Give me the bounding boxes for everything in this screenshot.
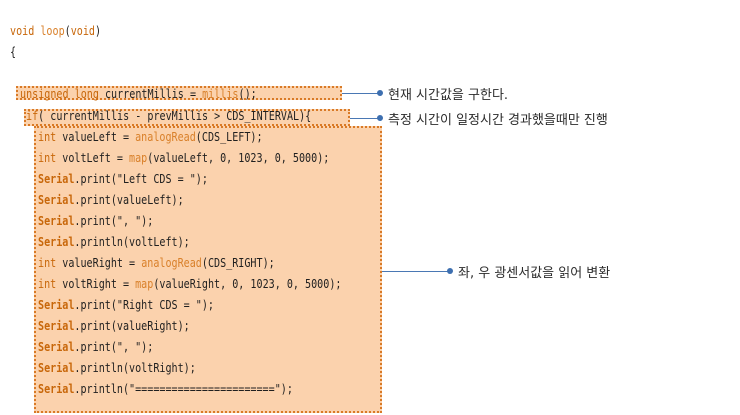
callout-read-sensors: 좌, 우 광센서값을 읽어 변환	[458, 266, 611, 281]
code-line: Serial.print(valueLeft);	[38, 193, 184, 207]
code-line: Serial.println(voltRight);	[38, 361, 196, 375]
code-line-if-interval: if( currentMillis - prevMillis > CDS_INT…	[26, 106, 311, 127]
code-line: Serial.print(", ");	[38, 340, 154, 354]
code-line: Serial.println("======================="…	[38, 382, 293, 396]
code-line: int valueRight = analogRead(CDS_RIGHT);	[38, 256, 275, 270]
callout-line-interval-check	[350, 118, 378, 119]
callout-line-read-sensors	[382, 271, 448, 272]
callout-dot-current-time	[377, 90, 383, 96]
code-line: {	[10, 45, 17, 59]
code-line: int voltLeft = map(valueLeft, 0, 1023, 0…	[38, 151, 330, 165]
code-line: int valueLeft = analogRead(CDS_LEFT);	[38, 130, 263, 144]
code-line-current-millis: unsigned long currentMillis = millis();	[20, 84, 257, 105]
code-line: Serial.print("Right CDS = ");	[38, 298, 215, 312]
code-line: unsigned long currentMillis = millis();	[20, 87, 257, 101]
code-line: if( currentMillis - prevMillis > CDS_INT…	[26, 109, 312, 123]
code-line: int voltRight = map(valueRight, 0, 1023,…	[38, 277, 342, 291]
code-line: Serial.print(valueRight);	[38, 319, 190, 333]
callout-line-current-time	[342, 93, 378, 94]
callout-dot-read-sensors	[447, 268, 453, 274]
code-line: Serial.print("Left CDS = ");	[38, 172, 208, 186]
code-listing: void loop(void) {	[10, 21, 101, 63]
code-block-sensors: int valueLeft = analogRead(CDS_LEFT); in…	[38, 127, 341, 400]
code-line: Serial.println(voltLeft);	[38, 235, 190, 249]
code-line: Serial.print(", ");	[38, 214, 154, 228]
callout-dot-interval-check	[377, 115, 383, 121]
callout-current-time: 현재 시간값을 구한다.	[388, 88, 509, 103]
callout-interval-check: 측정 시간이 일정시간 경과했을때만 진행	[388, 113, 608, 128]
code-line: void loop(void)	[10, 24, 102, 38]
